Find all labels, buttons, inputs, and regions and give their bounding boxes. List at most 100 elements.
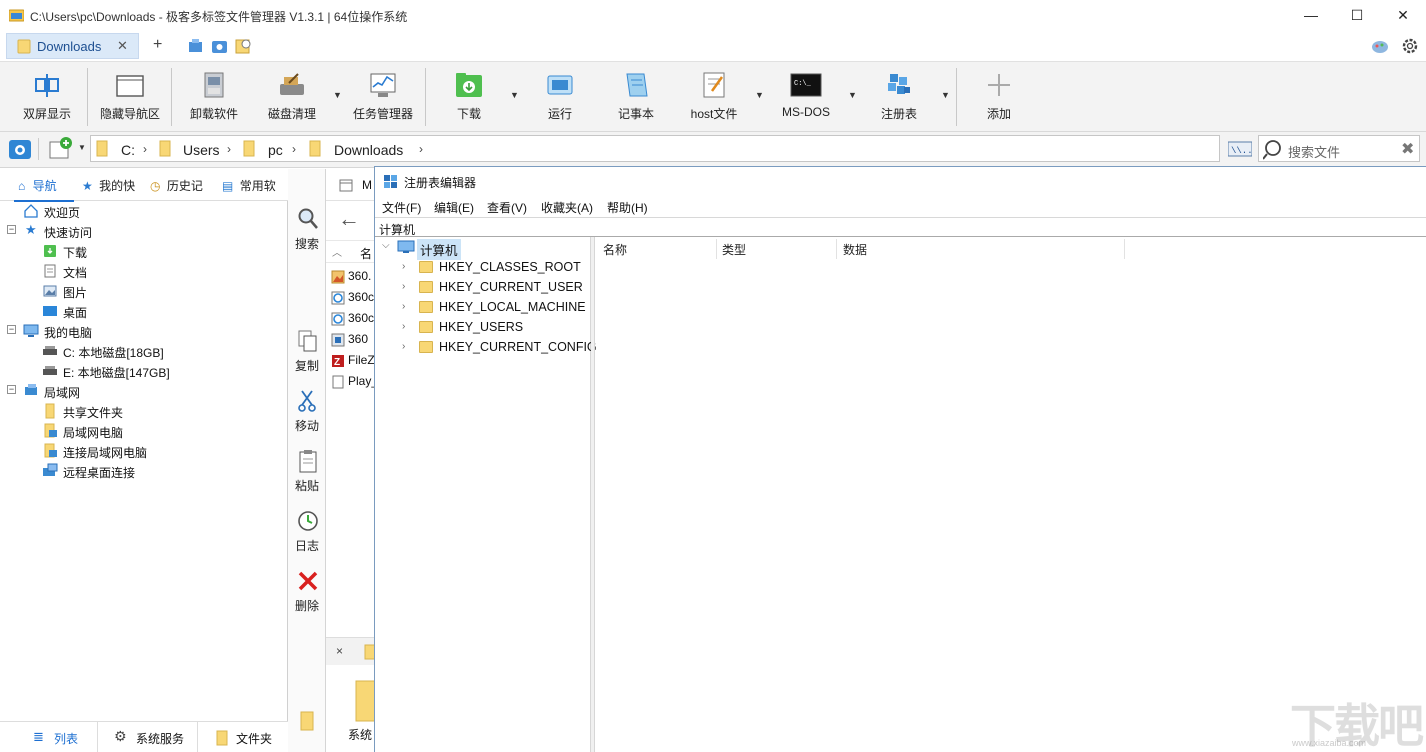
crumb-users[interactable]: Users [183,142,220,158]
tree-item-lan[interactable]: − 局域网 [0,381,288,401]
tree-item-my-computer[interactable]: − 我的电脑 [0,321,288,341]
host-file-button[interactable]: host文件 [682,62,746,132]
tree-item-downloads[interactable]: 下载 [0,241,288,261]
collapsed-chevron-icon[interactable]: › [402,301,405,312]
tree-item-hklm[interactable]: › HKEY_LOCAL_MACHINE [375,297,591,317]
search-input[interactable]: 搜索文件 ✖ [1258,135,1420,162]
menu-edit[interactable]: 编辑(E) [434,199,474,216]
registry-dropdown-icon[interactable]: ▼ [941,90,950,100]
collapsed-chevron-icon[interactable]: › [402,321,405,332]
tree-item-welcome[interactable]: 欢迎页 [0,201,288,221]
log-action-button[interactable]: 日志 [288,507,326,559]
crumb-downloads[interactable]: Downloads [334,142,403,158]
run-button[interactable]: 运行 [532,62,588,132]
task-manager-button[interactable]: 任务管理器 [348,62,418,132]
column-name[interactable]: 名称 [603,241,627,258]
tab-favorites[interactable]: ★ 我的快 [82,177,135,194]
skin-icon[interactable] [1371,38,1389,54]
pane-splitter[interactable] [591,237,595,752]
menu-help[interactable]: 帮助(H) [607,199,648,216]
crumb-chevron-icon[interactable]: › [143,142,147,156]
search-action-button[interactable]: 搜索 [288,205,326,257]
column-data[interactable]: 数据 [843,241,867,258]
tree-item-connect-lan[interactable]: 连接局域网电脑 [0,441,288,461]
collapsed-chevron-icon[interactable]: › [402,341,405,352]
paste-action-button[interactable]: 粘贴 [288,447,326,499]
crumb-chevron-icon[interactable]: › [419,142,423,156]
bottom-tab-folders[interactable]: 文件夹 [198,722,288,752]
download-dropdown-icon[interactable]: ▼ [510,90,519,100]
tab-history[interactable]: ◷ 历史记 [150,177,203,194]
copy-action-button[interactable]: 复制 [288,327,326,379]
new-file-icon[interactable] [48,136,74,160]
download-button[interactable]: 下载 [440,62,498,132]
host-file-dropdown-icon[interactable]: ▼ [755,90,764,100]
menu-view[interactable]: 查看(V) [487,199,527,216]
expanded-chevron-icon[interactable]: ⌵ [382,240,390,251]
hide-nav-button[interactable]: 隐藏导航区 [95,62,165,132]
tree-item-hku[interactable]: › HKEY_USERS [375,317,591,337]
close-button[interactable]: ✕ [1380,0,1426,31]
dual-screen-button[interactable]: 双屏显示 [14,62,80,132]
gear-icon[interactable] [1401,37,1419,55]
path-bar[interactable]: C: › Users › pc › Downloads › [90,135,1220,162]
collapse-icon[interactable]: − [7,225,16,234]
column-type[interactable]: 类型 [722,241,746,258]
registry-editor-window[interactable]: 注册表编辑器 文件(F) 编辑(E) 查看(V) 收藏夹(A) 帮助(H) 计算… [374,166,1426,752]
regedit-address-bar[interactable]: 计算机 [375,217,1426,237]
tab-downloads[interactable]: Downloads ✕ [6,33,139,59]
tree-item-hkcc[interactable]: › HKEY_CURRENT_CONFIG [375,337,597,357]
close-icon[interactable]: × [336,644,343,658]
crumb-chevron-icon[interactable]: › [292,142,296,156]
new-file-dropdown-icon[interactable]: ▼ [78,143,86,152]
collapse-icon[interactable]: − [7,325,16,334]
tree-item-hkcu[interactable]: › HKEY_CURRENT_USER [375,277,591,297]
bottom-tab-list[interactable]: ≣ 列表 [0,722,98,752]
disk-cleanup-dropdown-icon[interactable]: ▼ [333,90,342,100]
move-action-button[interactable]: 移动 [288,387,326,439]
tab-software[interactable]: ▤ 常用软 [222,177,276,194]
bottom-tab-services[interactable]: ⚙ 系统服务 [98,722,198,752]
camera-icon[interactable] [211,38,228,54]
add-button[interactable]: 添加 [972,62,1026,132]
clear-search-icon[interactable]: ✖ [1401,139,1414,159]
crumb-chevron-icon[interactable]: › [227,142,231,156]
tree-item-hkcr[interactable]: › HKEY_CLASSES_ROOT [375,257,591,277]
maximize-button[interactable]: ☐ [1334,0,1380,31]
column-divider[interactable] [836,239,837,259]
collapse-icon[interactable]: − [7,385,16,394]
tree-item-pictures[interactable]: 图片 [0,281,288,301]
uninstall-button[interactable]: 卸载软件 [182,62,246,132]
column-divider[interactable] [1124,239,1125,259]
network-share-icon[interactable] [187,38,204,54]
tree-item-drive-c[interactable]: C: 本地磁盘[18GB] [0,341,288,361]
path-mode-icon[interactable]: \\.. [1228,141,1252,157]
disk-cleanup-button[interactable]: 磁盘清理 [260,62,324,132]
tree-item-computer[interactable]: ⌵ 计算机 [375,237,591,260]
tree-item-shared-folder[interactable]: 共享文件夹 [0,401,288,421]
tree-item-desktop[interactable]: 桌面 [0,301,288,321]
tree-item-drive-e[interactable]: E: 本地磁盘[147GB] [0,361,288,381]
new-tab-button[interactable]: + [153,36,162,54]
msdos-button[interactable]: C:\_ MS-DOS [772,62,840,132]
tab-nav[interactable]: ⌂ 导航 [18,177,57,194]
back-arrow-icon[interactable]: ← [338,206,360,232]
msdos-dropdown-icon[interactable]: ▼ [848,90,857,100]
menu-favorites[interactable]: 收藏夹(A) [541,199,593,216]
tab-close-icon[interactable]: ✕ [117,38,128,54]
menu-file[interactable]: 文件(F) [382,199,421,216]
registry-button[interactable]: 注册表 [870,62,928,132]
notepad-button[interactable]: 记事本 [606,62,666,132]
tree-item-remote-desktop[interactable]: 远程桌面连接 [0,461,288,481]
crumb-pc[interactable]: pc [268,142,283,158]
tree-item-lan-computers[interactable]: 局域网电脑 [0,421,288,441]
crumb-drive[interactable]: C: [121,142,135,158]
column-divider[interactable] [716,239,717,259]
minimize-button[interactable]: — [1288,0,1334,31]
tree-item-documents[interactable]: 文档 [0,261,288,281]
collapsed-chevron-icon[interactable]: › [402,261,405,272]
collapsed-chevron-icon[interactable]: › [402,281,405,292]
tree-item-quick-access[interactable]: − ★ 快速访问 [0,221,288,241]
history-icon[interactable] [235,38,252,54]
screenshot-icon[interactable] [8,137,32,161]
